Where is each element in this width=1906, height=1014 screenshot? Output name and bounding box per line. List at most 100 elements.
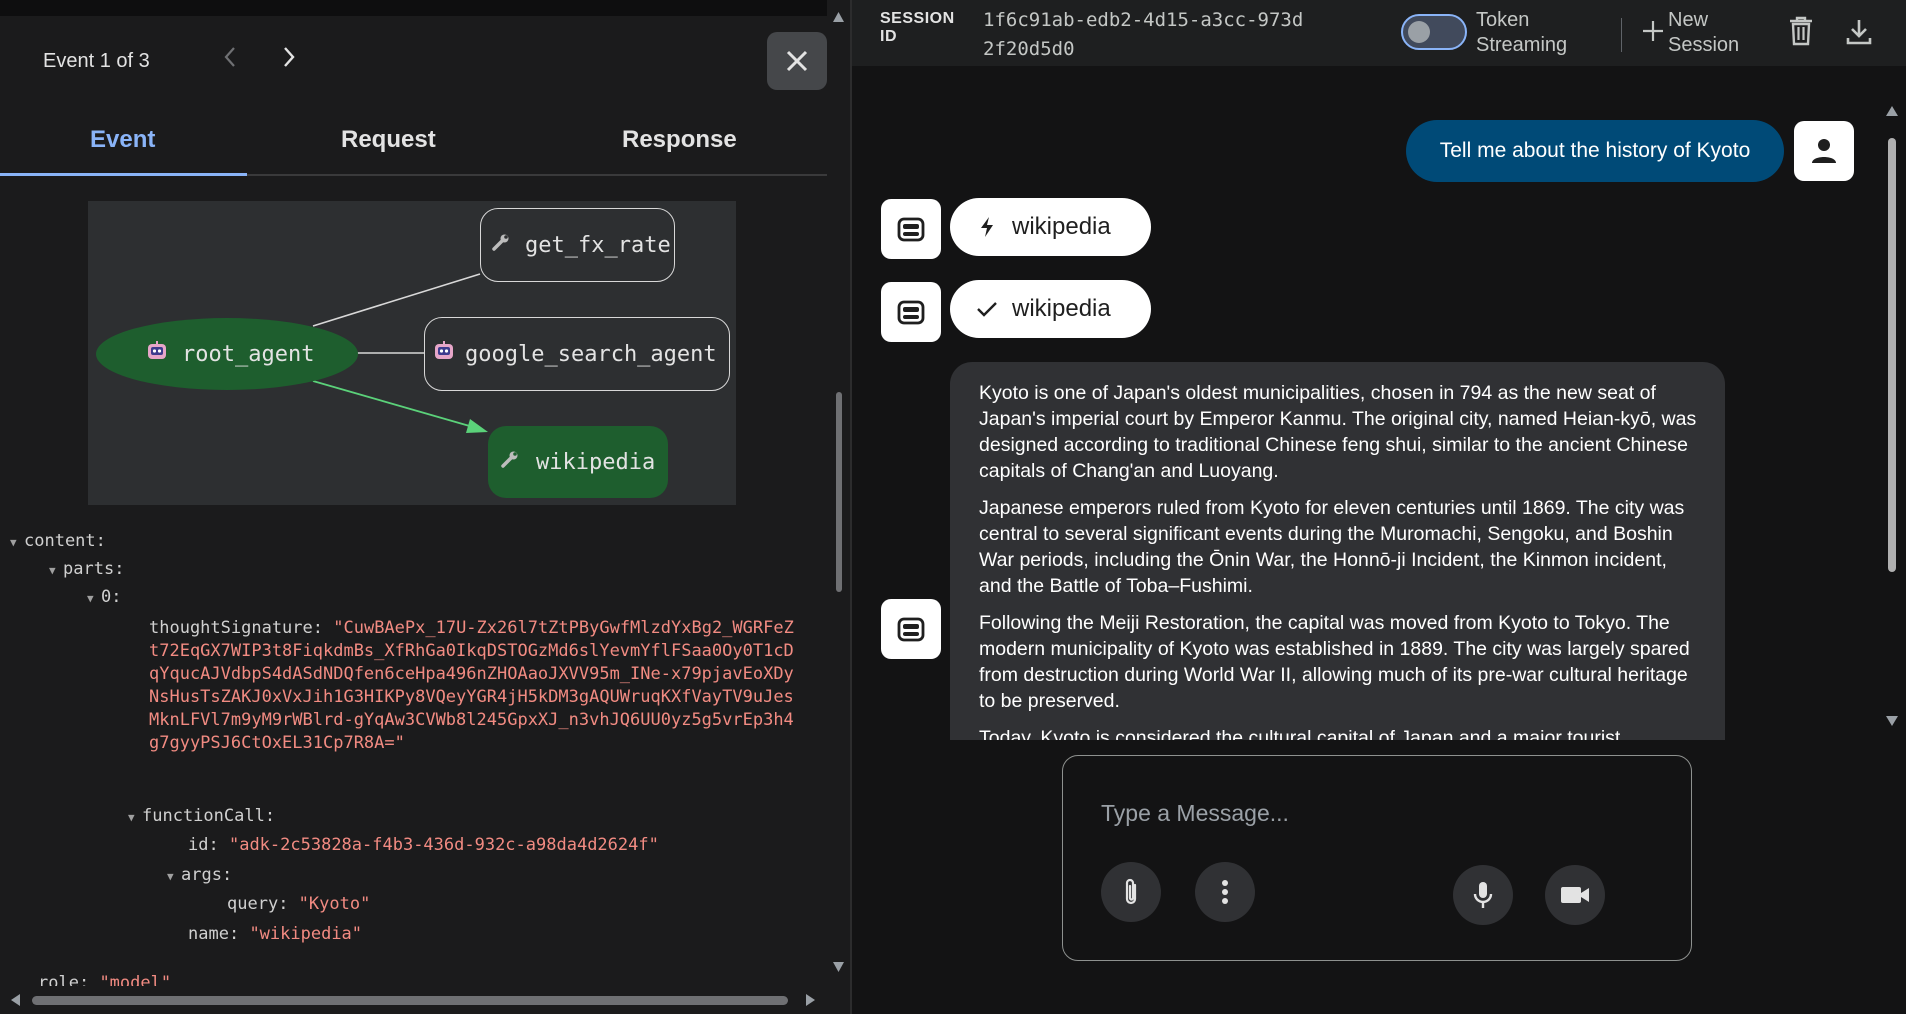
tree-row-index-0[interactable]: ▼ 0: <box>87 586 122 610</box>
token-streaming-label: Token Streaming <box>1476 9 1568 56</box>
event-counter: Event 1 of 3 <box>43 50 150 72</box>
chevron-right-icon <box>284 47 295 67</box>
bot-avatar <box>881 282 941 342</box>
function-call-chip[interactable]: wikipedia <box>950 198 1151 256</box>
token-streaming-toggle[interactable] <box>1401 14 1467 50</box>
plus-icon <box>1643 21 1663 41</box>
response-paragraph: Kyoto is one of Japan's oldest municipal… <box>979 382 1697 482</box>
chat-panel: SESSION ID 1f6c91ab-edb2-4d15-a3cc-973d2… <box>852 0 1906 1014</box>
caret-down-icon: ▼ <box>167 870 174 883</box>
tree-key: name <box>188 924 229 944</box>
function-response-label: wikipedia <box>1012 295 1111 322</box>
tab-response[interactable]: Response <box>622 126 737 154</box>
bot-icon <box>897 617 925 642</box>
scrollbar-track <box>11 994 815 1006</box>
scrollbar-thumb[interactable] <box>32 996 788 1005</box>
attach-file-button[interactable] <box>1101 862 1161 922</box>
tree-row-name: name: "wikipedia" <box>188 924 363 944</box>
tree-key: content <box>24 531 96 551</box>
tree-value: "CuwBAePx_17U-Zx26l7tZtPByGwfMlzdYxBg2_W… <box>149 618 794 753</box>
trash-icon <box>1790 16 1812 46</box>
next-event-button[interactable] <box>281 46 297 72</box>
tree-row-parts[interactable]: ▼ parts: <box>49 558 124 582</box>
caret-down-icon: ▼ <box>87 592 94 605</box>
tree-row-function-call[interactable]: ▼ functionCall: <box>128 805 275 829</box>
tree-key: parts <box>63 559 115 579</box>
message-input[interactable]: Type a Message... <box>1101 800 1289 827</box>
panel-vertical-scrollbar[interactable] <box>827 0 850 990</box>
check-icon <box>977 302 997 317</box>
active-tab-indicator <box>0 173 247 176</box>
scrollbar-thumb[interactable] <box>1888 138 1896 572</box>
tree-value: "wikipedia" <box>249 924 363 944</box>
user-message-bubble: Tell me about the history of Kyoto <box>1406 120 1784 182</box>
tree-value: "adk-2c53828a-f4b3-436d-932c-a98da4d2624… <box>228 835 659 855</box>
event-panel: Event 1 of 3 Event Request Response root… <box>0 0 850 1014</box>
caret-down-icon: ▼ <box>10 536 17 549</box>
response-paragraph: Japanese emperors ruled from Kyoto for e… <box>979 497 1685 597</box>
wrench-icon <box>500 449 520 475</box>
tree-key: id <box>188 835 209 855</box>
function-response-chip[interactable]: wikipedia <box>950 280 1151 338</box>
tree-value: "Kyoto" <box>298 894 371 914</box>
chat-header: SESSION ID 1f6c91ab-edb2-4d15-a3cc-973d2… <box>852 0 1906 66</box>
download-session-button[interactable] <box>1846 18 1872 51</box>
tree-key: functionCall <box>142 806 265 826</box>
new-session-button[interactable]: New Session <box>1642 8 1752 58</box>
tree-key: 0 <box>101 587 112 607</box>
panel-horizontal-scrollbar[interactable] <box>0 986 827 1014</box>
video-camera-icon <box>1561 887 1589 903</box>
edge-arrowhead <box>466 419 488 433</box>
graph-node-get-fx-rate[interactable]: get_fx_rate <box>480 208 675 282</box>
bot-avatar <box>881 199 941 259</box>
bot-icon <box>897 300 925 325</box>
bot-avatar <box>881 599 941 659</box>
microphone-button[interactable] <box>1453 865 1513 925</box>
person-icon <box>1812 139 1836 163</box>
graph-node-root-agent[interactable]: root_agent <box>96 318 358 390</box>
tree-row-query: query: "Kyoto" <box>227 894 371 914</box>
chat-scrollbar[interactable] <box>1882 100 1902 732</box>
tree-key: thoughtSignature <box>149 618 313 638</box>
header-separator <box>1621 18 1622 52</box>
graph-node-label: get_fx_rate <box>525 232 671 258</box>
bolt-icon <box>981 217 993 237</box>
scrollbar-track <box>833 12 844 972</box>
scrollbar-track <box>1886 106 1898 726</box>
prev-event-button[interactable] <box>222 46 238 72</box>
tree-row-args[interactable]: ▼ args: <box>167 864 232 888</box>
robot-icon <box>433 340 455 368</box>
panel-top-strip <box>0 0 850 16</box>
graph-node-label: google_search_agent <box>465 341 717 367</box>
close-panel-button[interactable] <box>767 32 827 90</box>
scrollbar-thumb[interactable] <box>836 392 842 592</box>
more-vert-icon <box>1222 880 1228 904</box>
tree-row-thought-signature: thoughtSignature: "CuwBAePx_17U-Zx26l7tZ… <box>149 618 794 753</box>
tree-row-content[interactable]: ▼ content: <box>10 530 106 554</box>
session-id-value: 1f6c91ab-edb2-4d15-a3cc-973d2f20d5d0 <box>983 9 1304 60</box>
response-paragraph: Today, Kyoto is considered the cultural … <box>979 727 1621 740</box>
delete-session-button[interactable] <box>1788 16 1814 51</box>
tab-event[interactable]: Event <box>90 126 155 154</box>
video-camera-button[interactable] <box>1545 865 1605 925</box>
paperclip-icon <box>1125 878 1137 905</box>
download-icon <box>1846 20 1872 45</box>
function-call-label: wikipedia <box>1012 213 1111 240</box>
agent-graph: root_agent get_fx_rate google_search_age… <box>88 201 736 505</box>
tree-key: query <box>227 894 279 914</box>
graph-node-google-search-agent[interactable]: google_search_agent <box>424 317 730 391</box>
tab-request[interactable]: Request <box>341 126 436 154</box>
new-session-label: New Session <box>1668 9 1740 56</box>
microphone-icon <box>1473 882 1493 908</box>
tree-key: args <box>181 865 222 885</box>
more-options-button[interactable] <box>1195 862 1255 922</box>
chevron-left-icon <box>224 47 235 67</box>
user-avatar <box>1794 121 1854 181</box>
caret-down-icon: ▼ <box>49 564 56 577</box>
bot-icon <box>897 217 925 242</box>
close-icon <box>786 50 808 72</box>
graph-node-wikipedia[interactable]: wikipedia <box>488 426 668 498</box>
message-composer: Type a Message... <box>1062 755 1692 961</box>
robot-icon <box>146 340 168 368</box>
graph-node-label: wikipedia <box>536 449 656 475</box>
